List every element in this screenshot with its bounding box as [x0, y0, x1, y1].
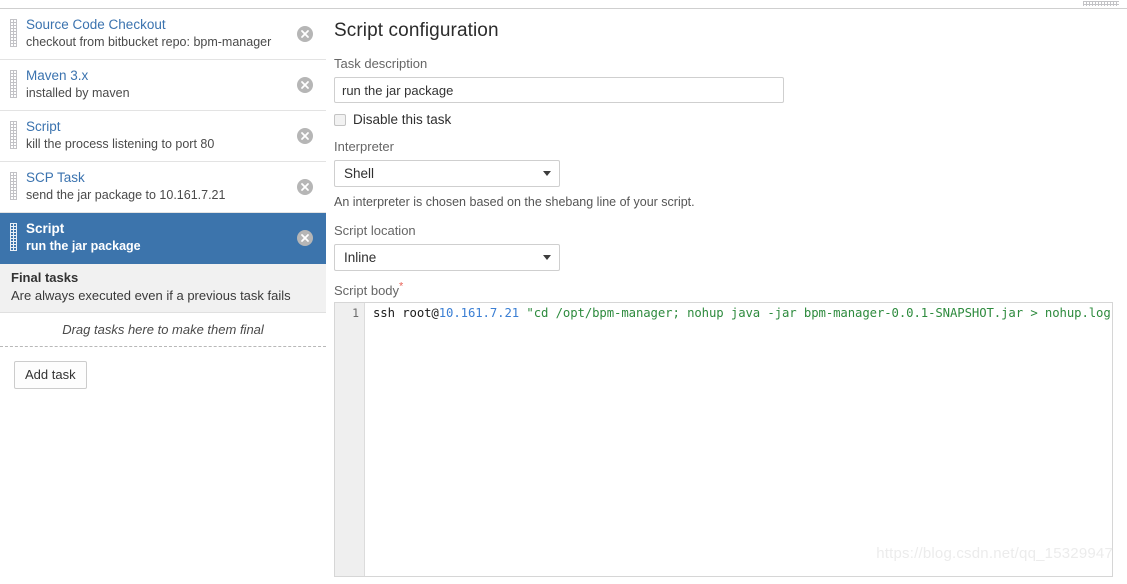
watermark-text: https://blog.csdn.net/qq_15329947 [876, 545, 1113, 562]
task-title: Script [26, 119, 61, 134]
close-circle-icon[interactable] [297, 26, 313, 42]
add-task-container: Add task [0, 347, 326, 389]
task-row[interactable]: SCP Task send the jar package to 10.161.7… [0, 162, 326, 213]
drag-grip-icon[interactable] [10, 172, 17, 200]
close-circle-icon[interactable] [297, 179, 313, 195]
final-tasks-subtitle: Are always executed even if a previous t… [11, 288, 291, 303]
task-description: kill the process listening to port 80 [26, 137, 215, 151]
script-body-label: Script body* [334, 280, 1119, 299]
drag-dots-icon[interactable] [1083, 1, 1119, 6]
final-tasks-title: Final tasks [11, 270, 79, 285]
task-title: Source Code Checkout [26, 17, 166, 32]
drag-grip-icon[interactable] [10, 70, 17, 98]
drag-grip-icon[interactable] [10, 223, 17, 251]
chevron-down-icon [543, 255, 551, 260]
disable-task-checkbox[interactable] [334, 113, 346, 126]
interpreter-select[interactable]: Shell [334, 160, 560, 187]
close-circle-icon[interactable] [297, 77, 313, 93]
script-configuration-panel: Script configuration Task description Di… [334, 20, 1119, 304]
task-row[interactable]: Maven 3.x installed by maven [0, 60, 326, 111]
drop-zone-label: Drag tasks here to make them final [62, 322, 264, 337]
task-description-input[interactable] [334, 77, 784, 103]
code-token-plain: ssh root@ [373, 306, 439, 320]
script-body-label-text: Script body [334, 283, 400, 298]
page-title: Script configuration [334, 20, 499, 41]
code-token-string: "cd /opt/bpm-manager; nohup java -jar bp… [526, 306, 1113, 320]
interpreter-selected-value: Shell [344, 166, 375, 181]
script-location-select[interactable]: Inline [334, 244, 560, 271]
final-tasks-drop-zone[interactable]: Drag tasks here to make them final [0, 313, 326, 347]
task-description: checkout from bitbucket repo: bpm-manage… [26, 35, 272, 49]
task-description: send the jar package to 10.161.7.21 [26, 188, 226, 202]
final-tasks-section: Final tasks Are always executed even if … [0, 264, 326, 313]
drag-grip-icon[interactable] [10, 19, 17, 47]
task-list-panel: Source Code Checkout checkout from bitbuc… [0, 9, 326, 389]
editor-gutter: 1 [335, 303, 365, 576]
disable-task-row[interactable]: Disable this task [334, 112, 1119, 127]
close-circle-icon[interactable] [297, 128, 313, 144]
script-location-label: Script location [334, 223, 416, 238]
task-title: SCP Task [26, 170, 85, 185]
editor-line-number: 1 [352, 306, 359, 320]
close-circle-icon[interactable] [297, 230, 313, 246]
editor-code-line[interactable]: ssh root@10.161.7.21 "cd /opt/bpm-manage… [373, 305, 1113, 321]
add-task-button[interactable]: Add task [14, 361, 87, 389]
task-description: installed by maven [26, 86, 130, 100]
interpreter-label: Interpreter [334, 139, 394, 154]
chevron-down-icon [543, 171, 551, 176]
task-title: Script [26, 221, 65, 236]
task-description: run the jar package [26, 239, 141, 253]
task-row[interactable]: Source Code Checkout checkout from bitbuc… [0, 9, 326, 60]
task-description-label: Task description [334, 56, 428, 71]
required-marker: * [399, 280, 404, 293]
code-token-number: 10.161.7.21 [438, 306, 520, 320]
task-title: Maven 3.x [26, 68, 89, 83]
task-row[interactable]: Script run the jar package [0, 213, 326, 264]
disable-task-label: Disable this task [353, 112, 452, 127]
script-location-selected-value: Inline [344, 250, 377, 265]
task-row[interactable]: Script kill the process listening to port… [0, 111, 326, 162]
task-rows: Source Code Checkout checkout from bitbuc… [0, 9, 326, 264]
interpreter-help-text: An interpreter is chosen based on the sh… [334, 195, 695, 209]
script-body-editor[interactable]: 1 ssh root@10.161.7.21 "cd /opt/bpm-mana… [334, 302, 1113, 577]
drag-grip-icon[interactable] [10, 121, 17, 149]
